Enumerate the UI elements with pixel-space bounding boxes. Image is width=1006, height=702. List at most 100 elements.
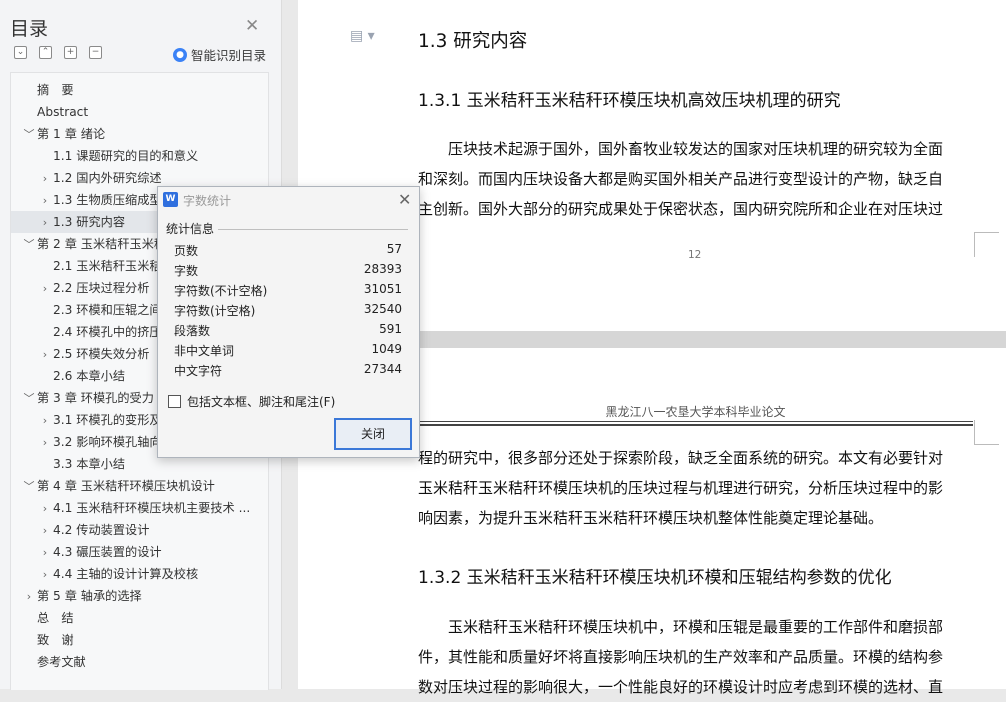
dialog-title: 字数统计: [183, 194, 232, 208]
stat-value: 32540: [363, 302, 402, 316]
toc-item[interactable]: 摘 要: [11, 79, 266, 101]
toc-item-label: 摘 要: [37, 83, 74, 97]
chevron-right-icon[interactable]: ›: [37, 278, 53, 300]
toc-item[interactable]: › 4.3 碾压装置的设计: [11, 541, 266, 563]
toc-item-label: 1.1 课题研究的目的和意义: [53, 149, 199, 163]
toc-item[interactable]: 致 谢: [11, 629, 266, 651]
dialog-close-icon[interactable]: ✕: [398, 190, 411, 209]
document-options-icon[interactable]: ▤ ▾: [350, 28, 375, 44]
toc-item-label: 1.2 国内外研究综述: [53, 171, 162, 185]
paragraph-line: 压块技术起源于国外，国外畜牧业较发达的国家对压块机理的研究较为全面: [418, 140, 944, 158]
chevron-down-icon[interactable]: ﹀: [21, 124, 37, 146]
stat-label: 字数: [174, 264, 199, 278]
page-corner-mark: [974, 420, 999, 445]
toc-item[interactable]: › 4.4 主轴的设计计算及校核: [11, 563, 266, 585]
checkbox-label: 包括文本框、脚注和尾注(F): [187, 395, 336, 409]
chevron-down-icon[interactable]: ﹀: [21, 476, 37, 498]
subsection-heading-2: 1.3.2 玉米秸秆玉米秸秆环模压块机环模和压辊结构参数的优化: [418, 568, 892, 588]
stat-label: 字符数(计空格): [174, 304, 256, 318]
paragraph-line: 程的研究中，很多部分还处于探索阶段，缺乏全面系统的研究。本文有必要针对: [418, 449, 944, 467]
toc-item[interactable]: › 4.2 传动装置设计: [11, 519, 266, 541]
chevron-right-icon[interactable]: ›: [37, 498, 53, 520]
stat-label: 页数: [174, 244, 199, 258]
smart-toc-label: 智能识别目录: [191, 48, 267, 63]
stats-section-label: 统计信息: [166, 222, 215, 236]
toc-item-label: 第 1 章 绪论: [37, 127, 106, 141]
stat-row: 页数 57: [174, 242, 402, 262]
remove-heading-icon[interactable]: −: [89, 46, 102, 59]
chevron-right-icon[interactable]: ›: [37, 168, 53, 190]
stat-label: 中文字符: [174, 364, 223, 378]
paragraph-line: 件，其性能和质量好坏将直接影响压块机的生产效率和产品质量。环模的结构参: [418, 648, 944, 666]
chevron-down-icon[interactable]: ﹀: [21, 234, 37, 256]
paragraph-line: 玉米秸秆玉米秸秆环模压块机中，环模和压辊是最重要的工作部件和磨损部: [418, 618, 944, 636]
toc-item-label: 3.3 本章小结: [53, 457, 126, 471]
toc-item[interactable]: ﹀ 第 1 章 绪论: [11, 123, 266, 145]
chevron-right-icon[interactable]: ›: [37, 520, 53, 542]
stat-label: 字符数(不计空格): [174, 284, 268, 298]
toc-item[interactable]: Abstract: [11, 101, 266, 123]
toc-item-label: 2.1 玉米秸秆玉米秸: [53, 259, 162, 273]
include-textbox-checkbox[interactable]: 包括文本框、脚注和尾注(F): [168, 393, 335, 410]
chevron-right-icon[interactable]: ›: [37, 190, 53, 212]
toc-item-label: 总 结: [37, 611, 74, 625]
stat-value: 57: [386, 242, 402, 256]
stat-label: 段落数: [174, 324, 211, 338]
paragraph-line: 玉米秸秆玉米秸秆环模压块机的压块过程与机理进行研究，分析压块过程中的影: [418, 479, 944, 497]
chevron-right-icon[interactable]: ›: [37, 432, 53, 454]
toc-toolbar: ⌄ ⌃ + −: [14, 46, 102, 59]
stat-value: 28393: [363, 262, 402, 276]
toc-item-label: Abstract: [37, 105, 89, 119]
ai-icon: ●: [173, 47, 187, 62]
add-heading-icon[interactable]: +: [64, 46, 77, 59]
section-heading: 1.3 研究内容: [418, 31, 528, 52]
chevron-right-icon[interactable]: ›: [37, 344, 53, 366]
toc-item-label: 第 4 章 玉米秸秆环模压块机设计: [37, 479, 215, 493]
stat-row: 中文字符 27344: [174, 362, 402, 382]
page-number: 12: [688, 249, 702, 261]
stat-row: 非中文单词 1049: [174, 342, 402, 362]
subsection-heading-1: 1.3.1 玉米秸秆玉米秸秆环模压块机高效压块机理的研究: [418, 91, 841, 111]
collapse-icon[interactable]: ⌄: [14, 46, 27, 59]
page-break: [418, 331, 1006, 348]
stat-row: 字符数(计空格) 32540: [174, 302, 402, 322]
toc-item-label: 第 5 章 轴承的选择: [37, 589, 142, 603]
toc-item-label: 4.2 传动装置设计: [53, 523, 150, 537]
close-panel-icon[interactable]: ✕: [245, 16, 259, 36]
stat-row: 段落数 591: [174, 322, 402, 342]
chevron-right-icon[interactable]: ›: [21, 586, 37, 608]
checkbox-box[interactable]: [168, 395, 181, 408]
toc-item-label: 2.3 环模和压辊之间: [53, 303, 162, 317]
chevron-right-icon[interactable]: ›: [37, 410, 53, 432]
toc-item[interactable]: ﹀ 第 4 章 玉米秸秆环模压块机设计: [11, 475, 266, 497]
chevron-right-icon[interactable]: ›: [37, 542, 53, 564]
section-divider: [218, 229, 408, 230]
toc-item-label: 致 谢: [37, 633, 74, 647]
stat-row: 字符数(不计空格) 31051: [174, 282, 402, 302]
panel-title: 目录: [10, 18, 49, 40]
toc-item-label: 4.1 玉米秸秆环模压块机主要技术 ...: [53, 501, 251, 515]
stat-row: 字数 28393: [174, 262, 402, 282]
toc-item-label: 参考文献: [37, 655, 86, 669]
paragraph-2: 程的研究中，很多部分还处于探索阶段，缺乏全面系统的研究。本文有必要针对 玉米秸秆…: [418, 443, 973, 533]
chevron-down-icon[interactable]: ﹀: [21, 388, 37, 410]
paragraph-line: 响因素，为提升玉米秸秆玉米秸秆环模压块机整体性能奠定理论基础。: [418, 509, 884, 527]
stat-value: 1049: [371, 342, 402, 356]
page-header: 黑龙江八一农垦大学本科毕业论文: [605, 405, 786, 419]
smart-toc-button[interactable]: ● 智能识别目录: [173, 45, 266, 64]
close-button[interactable]: 关闭: [334, 418, 412, 450]
toc-item[interactable]: 总 结: [11, 607, 266, 629]
toc-item-label: 1.3 研究内容: [53, 215, 126, 229]
chevron-right-icon[interactable]: ›: [37, 212, 53, 234]
toc-item[interactable]: 参考文献: [11, 651, 266, 673]
expand-icon[interactable]: ⌃: [39, 46, 52, 59]
chevron-right-icon[interactable]: ›: [37, 564, 53, 586]
toc-item-label: 4.3 碾压装置的设计: [53, 545, 162, 559]
toc-item-label: 1.3 生物质压缩成型: [53, 193, 162, 207]
paragraph-1: 压块技术起源于国外，国外畜牧业较发达的国家对压块机理的研究较为全面 和深刻。而国…: [418, 134, 973, 224]
toc-item[interactable]: › 第 5 章 轴承的选择: [11, 585, 266, 607]
toc-item[interactable]: › 4.1 玉米秸秆环模压块机主要技术 ...: [11, 497, 266, 519]
page-corner-mark: [974, 232, 999, 257]
toc-item[interactable]: 1.1 课题研究的目的和意义: [11, 145, 266, 167]
toc-item-label: 2.4 环模孔中的挤压: [53, 325, 162, 339]
